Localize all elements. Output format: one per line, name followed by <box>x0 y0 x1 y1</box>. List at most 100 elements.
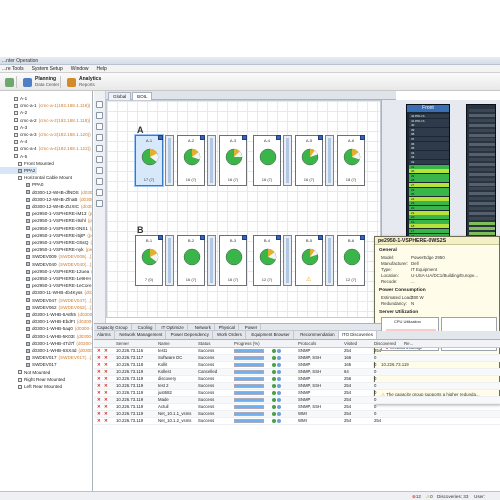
rack[interactable]: A-6 18 (7) <box>337 135 365 186</box>
floor-plan-canvas[interactable]: A B A-1 17 (7) A-2 16 (7) A-3 16 (7) A-4 16 (7)… <box>106 100 381 318</box>
tree-item[interactable]: cmc-a-4 (cmc-a-4(192.168.1.122)) <box>0 145 91 152</box>
tree-item[interactable]: pe2950-1-VSPHERE-iM13(pe2950-1-...) <box>0 210 92 217</box>
rack-unit[interactable]: 26 <box>409 187 449 192</box>
table-row[interactable]: ✕ ✕ 10.226.73.119 Actuil Success SNMP, SSH 25… <box>94 404 500 411</box>
back-button[interactable] <box>2 75 17 89</box>
tree-item[interactable]: SWDEV062 (SWDEV062(...)) <box>0 304 92 311</box>
rack-unit[interactable]: 28 <box>409 178 449 183</box>
cooling-unit[interactable] <box>283 235 292 286</box>
tree-item[interactable]: cmc-a-3 (cmc-a-3(192.168.1.120)) <box>0 131 91 138</box>
tree-item[interactable]: d0300-1-WHB-6A8h5(d0300-1-...) <box>0 311 92 318</box>
canvas-tool-icon[interactable] <box>96 134 103 141</box>
tree-item[interactable]: d0300-1-WHB-6SX4d(d0300-1-...) <box>0 347 92 354</box>
rack[interactable]: A-5 16 (7) <box>295 135 323 186</box>
tab-boil[interactable]: BOIL <box>132 92 153 100</box>
delete-icon[interactable]: ✕ <box>97 404 101 411</box>
table-row[interactable]: ✕ ✕ 10.226.73.117 Software DC Success SNMP, … <box>94 355 500 362</box>
rack-unit[interactable]: 30 <box>409 169 449 174</box>
tree-item[interactable]: Not Mounted <box>0 369 52 376</box>
stop-icon[interactable]: ✕ <box>104 404 108 411</box>
canvas-tool-icon[interactable] <box>96 145 103 152</box>
tree-item[interactable]: d0300-1-WHB-5K03t(d0300-1-...) <box>0 333 92 340</box>
rack-unit[interactable]: 38 <box>409 132 449 137</box>
tree-item[interactable]: A-4 <box>0 138 29 145</box>
tree-item[interactable]: pe2950-1-VSPHERE-nyk(pe2950-1-...) <box>0 246 92 253</box>
menu-system-setup[interactable]: System Setup <box>32 65 63 72</box>
cooling-unit[interactable] <box>165 135 174 186</box>
delete-icon[interactable]: ✕ <box>97 355 101 362</box>
delete-icon[interactable]: ✕ <box>97 383 101 390</box>
delete-icon[interactable]: ✕ <box>97 362 101 369</box>
delete-icon[interactable]: ✕ <box>97 418 101 425</box>
rack-unit[interactable]: 34 <box>409 150 449 155</box>
column-header[interactable]: Protocols <box>298 340 316 348</box>
stop-icon[interactable]: ✕ <box>104 390 108 397</box>
rack-unit[interactable]: 37 <box>409 137 449 141</box>
rack[interactable]: B-1 7 (0) <box>135 235 163 286</box>
rack-unit[interactable]: 17 <box>409 229 449 233</box>
delete-icon[interactable]: ✕ <box>97 376 101 383</box>
table-row[interactable]: ✕ ✕ 10.226.73.118 Kollit Success SNMP 165 0 <box>94 362 500 369</box>
delete-icon[interactable]: ✕ <box>97 390 101 397</box>
stop-icon[interactable]: ✕ <box>104 362 108 369</box>
tree-item[interactable]: Front Mounted <box>0 160 56 167</box>
tree-item[interactable]: SWDEV017 <box>0 361 59 368</box>
tree-item[interactable]: SWDEV047 (SWDEV047(...)) <box>0 297 92 304</box>
tree-item[interactable]: A-1 <box>0 95 29 102</box>
rack[interactable]: B-2 16 (7) <box>177 235 205 286</box>
table-row[interactable]: ✕ ✕ 10.226.73.119 Made Success SNMP 254 0 <box>94 397 500 404</box>
column-header[interactable]: Status <box>198 340 210 348</box>
stop-icon[interactable]: ✕ <box>104 376 108 383</box>
bottom-tab[interactable]: Work Orders <box>214 331 246 339</box>
canvas-tool-icon[interactable] <box>96 167 103 174</box>
rack-unit[interactable]: 29 <box>409 173 449 178</box>
tree-item[interactable]: d0300-1-WHB-5aq0(d0300-1-...) <box>0 325 92 332</box>
canvas-tool-icon[interactable] <box>96 112 103 119</box>
tree-item[interactable]: d0300-11-WHB-4b4Kyss(d0300-11-...) <box>0 289 92 296</box>
rack-unit[interactable]: 25 <box>409 192 449 197</box>
canvas-tool-icon[interactable] <box>96 101 103 108</box>
stop-icon[interactable]: ✕ <box>104 397 108 404</box>
stop-icon[interactable]: ✕ <box>104 369 108 376</box>
tree-item[interactable]: SWDEV040 (SWDEV040(...)) <box>0 261 92 268</box>
tree-item[interactable]: cmc-a-2 (cmc-a-2(192.168.1.118)) <box>0 117 90 124</box>
tree-item[interactable]: A-2 <box>0 109 29 116</box>
tree-item[interactable]: d0300-12-WHB-ZUXIC(d0300-12-...) <box>0 203 92 210</box>
rack-unit[interactable]: 42 PDU-S <box>409 114 449 118</box>
tree-item[interactable]: pe2950-1-VSPHERE-i5jtP(pe2950-1-...) <box>0 232 92 239</box>
stop-icon[interactable]: ✕ <box>104 383 108 390</box>
tree-item[interactable]: A-5 <box>0 153 29 160</box>
column-header[interactable]: Name <box>158 340 170 348</box>
canvas-tool-icon[interactable] <box>96 200 103 207</box>
column-header[interactable]: Progress (%) <box>234 340 260 348</box>
tree-item[interactable]: pe2950-1-VSPHERE-1eCore(pe2950-1-...) <box>0 282 92 289</box>
rack-unit[interactable]: 19 <box>409 219 449 224</box>
delete-icon[interactable]: ✕ <box>97 348 101 355</box>
table-row[interactable]: ✕ ✕ 10.226.73.119 Kollest Cancelled SNMP, SS… <box>94 369 500 376</box>
delete-icon[interactable]: ✕ <box>97 411 101 418</box>
tree-item[interactable]: A-3 <box>0 124 29 131</box>
table-row[interactable]: ✕ ✕ 10.226.73.119 discovery Success SNMP 256 0 <box>94 376 500 383</box>
cooling-unit[interactable] <box>207 135 216 186</box>
column-header[interactable]: Visited <box>344 340 357 348</box>
tree-item[interactable]: d0300-1-WHB-EbdFt(d0300-1-...) <box>0 318 92 325</box>
tree-item[interactable]: SWDEV009 (SWDEV009(...)) <box>0 253 92 260</box>
table-row[interactable]: ✕ ✕ 10.226.73.119 Net_10.1.2_vsms Success WM… <box>94 418 500 425</box>
stop-icon[interactable]: ✕ <box>104 418 108 425</box>
column-header[interactable]: Server <box>116 340 129 348</box>
rack-unit[interactable]: 23 <box>409 201 449 206</box>
rack-unit[interactable]: 22 <box>409 206 449 210</box>
canvas-tool-icon[interactable] <box>96 123 103 130</box>
tree-item[interactable]: pe2950-1-VSPHERE-0NS1(pe2950-1-...) <box>0 225 92 232</box>
bottom-tab[interactable]: Alarms <box>94 331 115 339</box>
tree-item[interactable]: pe2950-1-VSPHERE-G5sQ(pe2950-1-...) <box>0 239 92 246</box>
planning-button[interactable]: Planning Data Center <box>20 75 62 89</box>
bottom-tab[interactable]: Power Dependency <box>168 331 213 339</box>
rack[interactable]: A-3 16 (7) <box>219 135 247 186</box>
rack-unit[interactable]: 36 <box>409 141 449 146</box>
rack-unit[interactable]: 27 <box>409 183 449 187</box>
cooling-unit[interactable] <box>165 235 174 286</box>
tree-item[interactable]: d0300-12-WHB-dfNDS(d0300-12-...) <box>0 189 92 196</box>
stop-icon[interactable]: ✕ <box>104 348 108 355</box>
tree-item[interactable]: pe2950-1-VSPHERE-12uea(pe2950-1-...) <box>0 268 92 275</box>
